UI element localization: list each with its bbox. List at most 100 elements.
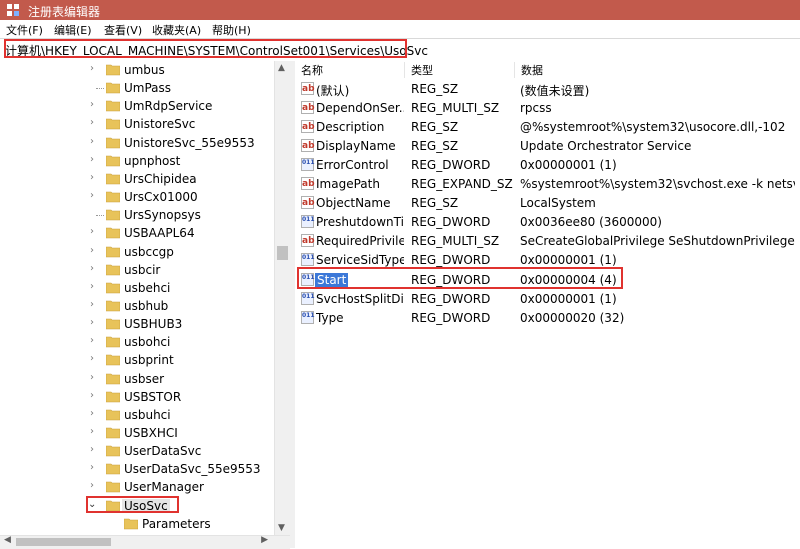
expand-icon[interactable]: › — [90, 190, 94, 201]
tree-item[interactable]: › UrsChipidea — [0, 170, 274, 188]
menu-edit[interactable]: 编辑(E) — [54, 22, 92, 38]
value-name[interactable]: ErrorControl — [316, 158, 404, 172]
tree-item-label[interactable]: UrsChipidea — [124, 172, 197, 186]
expand-icon[interactable]: › — [90, 426, 94, 437]
scroll-left-icon[interactable]: ◀ — [4, 535, 11, 545]
tree-horizontal-scrollbar[interactable]: ◀ ▶ — [0, 535, 290, 549]
tree-item[interactable]: › usbhub — [0, 297, 274, 315]
tree-item-label[interactable]: UnistoreSvc — [124, 117, 195, 131]
expand-icon[interactable]: › — [90, 299, 94, 310]
expand-icon[interactable]: › — [90, 353, 94, 364]
tree-item[interactable]: › usbprint — [0, 351, 274, 369]
scroll-up-icon[interactable]: ▲ — [278, 63, 285, 73]
value-name[interactable]: DisplayName — [316, 139, 404, 153]
column-header-name[interactable]: 名称 — [295, 62, 405, 78]
scroll-thumb-horizontal[interactable] — [16, 538, 111, 546]
value-row[interactable]: 011SvcHostSplitDi... REG_DWORD 0x00000001 … — [295, 290, 800, 309]
tree-item[interactable]: › UserManager — [0, 478, 274, 496]
tree-item[interactable]: › UrsCx01000 — [0, 188, 274, 206]
expand-icon[interactable]: › — [90, 154, 94, 165]
tree-item-label[interactable]: usbhub — [124, 299, 168, 313]
tree-item-label[interactable]: USBAAPL64 — [124, 226, 195, 240]
tree-item[interactable]: UrsSynopsys — [0, 206, 274, 224]
value-row[interactable]: 011 Type REG_DWORD 0x00000020 (32) — [295, 309, 800, 328]
value-row[interactable]: abRequiredPrivile... REG_MULTI_SZ SeCreate… — [295, 232, 800, 251]
tree-item[interactable]: › USBAAPL64 — [0, 224, 274, 242]
tree-item-label[interactable]: USBXHCI — [124, 426, 178, 440]
expand-icon[interactable]: › — [90, 117, 94, 128]
tree-item-label[interactable]: UrsSynopsys — [124, 208, 201, 222]
value-name[interactable]: Type — [316, 311, 404, 325]
value-row[interactable]: 011PreshutdownTi... REG_DWORD 0x0036ee80 (… — [295, 213, 800, 232]
menu-view[interactable]: 查看(V) — [104, 22, 142, 38]
tree-item[interactable]: › usbehci — [0, 279, 274, 297]
value-name[interactable]: ServiceSidType — [316, 253, 404, 267]
expand-icon[interactable]: › — [90, 136, 94, 147]
value-name[interactable]: RequiredPrivile... — [316, 234, 404, 248]
value-name[interactable]: ImagePath — [316, 177, 404, 191]
expand-icon[interactable]: › — [90, 99, 94, 110]
menu-file[interactable]: 文件(F) — [6, 22, 43, 38]
expand-icon[interactable]: › — [90, 480, 94, 491]
value-row[interactable]: 011 ErrorControl REG_DWORD 0x00000001 (1) — [295, 156, 800, 175]
column-header-type[interactable]: 类型 — [405, 62, 515, 78]
value-name[interactable]: DependOnSer... — [316, 101, 404, 115]
tree-item[interactable]: › usbcir — [0, 261, 274, 279]
tree-item-label[interactable]: UserDataSvc — [124, 444, 201, 458]
expand-icon[interactable]: › — [90, 335, 94, 346]
scroll-thumb[interactable] — [277, 246, 288, 260]
tree-item-label[interactable]: usbcir — [124, 263, 160, 277]
tree-item[interactable]: › usbuhci — [0, 406, 274, 424]
expand-icon[interactable]: › — [90, 281, 94, 292]
tree-item-label[interactable]: usbccgp — [124, 245, 174, 259]
value-row[interactable]: ab (默认) REG_SZ (数值未设置) — [295, 80, 800, 99]
expand-icon[interactable]: › — [90, 390, 94, 401]
expand-icon[interactable]: › — [90, 63, 94, 74]
tree-item[interactable]: › umbus — [0, 61, 274, 79]
value-row[interactable]: ab DisplayName REG_SZ Update Orchestrator S… — [295, 137, 800, 156]
tree-vertical-scrollbar[interactable]: ▲ ▼ — [274, 61, 291, 535]
tree-item-label[interactable]: UmRdpService — [124, 99, 212, 113]
column-header-data[interactable]: 数据 — [515, 62, 800, 78]
value-name[interactable]: (默认) — [316, 82, 404, 99]
tree-item[interactable]: › UmRdpService — [0, 97, 274, 115]
tree-item-label[interactable]: usbohci — [124, 335, 170, 349]
tree-item-label[interactable]: USBHUB3 — [124, 317, 182, 331]
value-name[interactable]: Description — [316, 120, 404, 134]
menu-help[interactable]: 帮助(H) — [212, 22, 251, 38]
tree-item-label[interactable]: Parameters — [142, 517, 211, 531]
tree-item-label[interactable]: usbuhci — [124, 408, 171, 422]
value-list[interactable]: 名称 类型 数据 ab (默认) REG_SZ (数值未设置) ab DependOnSe… — [295, 61, 800, 548]
menu-favorites[interactable]: 收藏夹(A) — [152, 22, 201, 38]
tree-item[interactable]: › USBHUB3 — [0, 315, 274, 333]
tree-item-label[interactable]: usbser — [124, 372, 164, 386]
scroll-down-icon[interactable]: ▼ — [278, 523, 285, 533]
tree-item[interactable]: › USBSTOR — [0, 388, 274, 406]
key-tree[interactable]: › umbus UmPass › UmRdpService › UnistoreSvc › Un… — [0, 61, 274, 535]
tree-item-label[interactable]: UrsCx01000 — [124, 190, 198, 204]
tree-item-label[interactable]: umbus — [124, 63, 165, 77]
tree-item[interactable]: UmPass — [0, 79, 274, 97]
value-row[interactable]: ab ImagePath REG_EXPAND_SZ %systemroot%\sys… — [295, 175, 800, 194]
tree-item-label[interactable]: usbehci — [124, 281, 170, 295]
value-name[interactable]: ObjectName — [316, 196, 404, 210]
value-row[interactable]: ab Description REG_SZ @%systemroot%\system3… — [295, 118, 800, 137]
tree-item-label[interactable]: UserDataSvc_55e9553 — [124, 462, 261, 476]
expand-icon[interactable]: › — [90, 245, 94, 256]
value-name[interactable]: PreshutdownTi... — [316, 215, 404, 229]
value-name[interactable]: SvcHostSplitDi... — [316, 292, 404, 306]
expand-icon[interactable]: › — [90, 372, 94, 383]
expand-icon[interactable]: › — [90, 462, 94, 473]
expand-icon[interactable]: › — [90, 317, 94, 328]
value-row[interactable]: ab ObjectName REG_SZ LocalSystem — [295, 194, 800, 213]
tree-item[interactable]: › usbohci — [0, 333, 274, 351]
tree-item[interactable]: › UnistoreSvc — [0, 115, 274, 133]
tree-item[interactable]: › USBXHCI — [0, 424, 274, 442]
tree-item-label[interactable]: UserManager — [124, 480, 204, 494]
tree-item-label[interactable]: upnphost — [124, 154, 180, 168]
tree-item-parameters[interactable]: Parameters — [0, 515, 274, 533]
expand-icon[interactable]: › — [90, 408, 94, 419]
tree-item[interactable]: › UserDataSvc_55e9553 — [0, 460, 274, 478]
tree-item[interactable]: › upnphost — [0, 152, 274, 170]
tree-item-label[interactable]: UmPass — [124, 81, 171, 95]
